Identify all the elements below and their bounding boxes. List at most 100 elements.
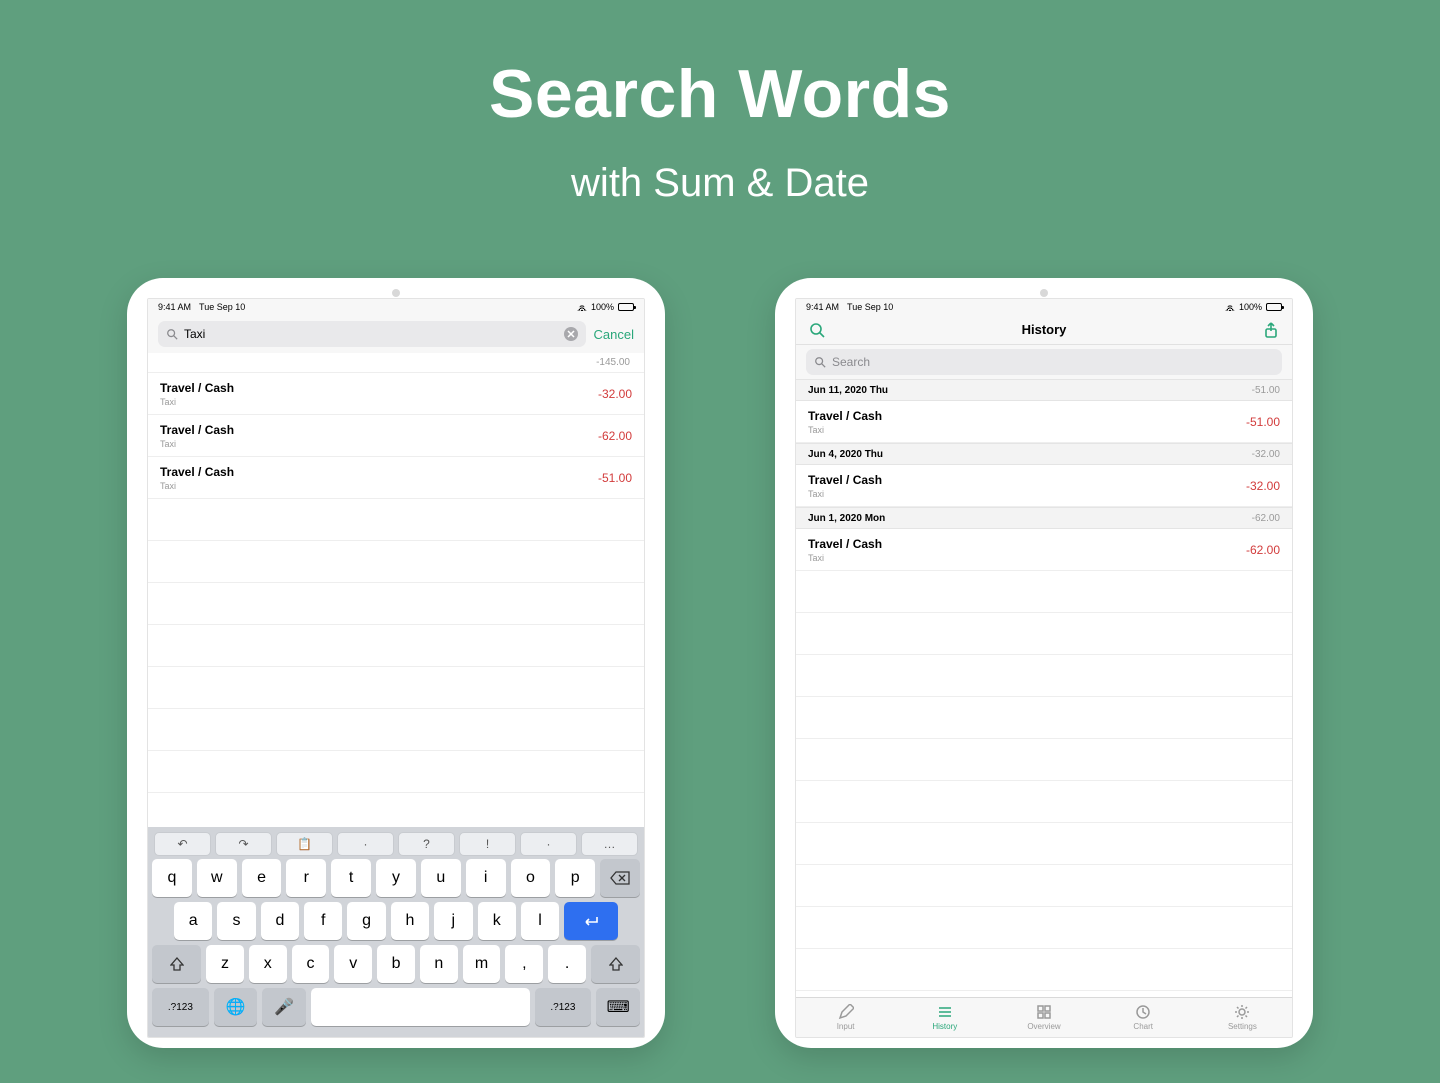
key-v[interactable]: v — [334, 945, 372, 983]
kb-undo[interactable]: ↶ — [154, 832, 211, 856]
camera-dot — [1040, 289, 1048, 297]
page-title: History — [826, 322, 1262, 337]
nav-search-button[interactable] — [808, 321, 826, 339]
key-c[interactable]: c — [292, 945, 330, 983]
key-p[interactable]: p — [555, 859, 595, 897]
wifi-icon — [577, 303, 587, 311]
date-sum: -62.00 — [1252, 513, 1280, 524]
key-k[interactable]: k — [478, 902, 516, 940]
key-comma[interactable]: , — [505, 945, 543, 983]
key-period[interactable]: . — [548, 945, 586, 983]
entry-title: Travel / Cash — [808, 473, 882, 487]
kb-clipboard[interactable]: 📋 — [276, 832, 333, 856]
list-item[interactable]: Travel / Cash Taxi -51.00 — [148, 457, 644, 499]
key-a[interactable]: a — [174, 902, 212, 940]
key-shift-right[interactable] — [591, 945, 640, 983]
search-sum-row: -145.00 — [148, 353, 644, 373]
empty-row — [796, 571, 1292, 613]
list-item[interactable]: Travel / Cash Taxi -62.00 — [796, 529, 1292, 571]
key-dismiss[interactable]: ⌨ — [596, 988, 640, 1026]
entry-amount: -32.00 — [1246, 479, 1280, 493]
key-j[interactable]: j — [434, 902, 472, 940]
kb-redo[interactable]: ↷ — [215, 832, 272, 856]
key-backspace[interactable] — [600, 859, 640, 897]
list-item[interactable]: Travel / Cash Taxi -32.00 — [148, 373, 644, 415]
search-input[interactable]: Search — [806, 349, 1282, 375]
key-b[interactable]: b — [377, 945, 415, 983]
empty-row — [796, 949, 1292, 991]
result-list[interactable]: Travel / Cash Taxi -32.00 Travel / Cash … — [148, 373, 644, 827]
battery-pct: 100% — [1239, 302, 1262, 312]
key-g[interactable]: g — [347, 902, 385, 940]
key-numbers[interactable]: .?123 — [152, 988, 209, 1026]
key-w[interactable]: w — [197, 859, 237, 897]
keyboard-toolbar: ↶ ↷ 📋 · ? ! · … — [152, 831, 640, 859]
key-h[interactable]: h — [391, 902, 429, 940]
list-item[interactable]: Travel / Cash Taxi -62.00 — [148, 415, 644, 457]
entry-title: Travel / Cash — [808, 409, 882, 423]
tab-bar: Input History Overview Chart Settings — [796, 997, 1292, 1037]
nav-share-button[interactable] — [1262, 321, 1280, 339]
ipad-right: 9:41 AM Tue Sep 10 100% History — [775, 278, 1313, 1048]
shift-icon — [609, 957, 623, 971]
status-bar: 9:41 AM Tue Sep 10 100% — [148, 299, 644, 315]
key-return[interactable] — [564, 902, 618, 940]
date-label: Jun 1, 2020 Mon — [808, 513, 885, 524]
clear-search-button[interactable] — [564, 327, 578, 341]
key-s[interactable]: s — [217, 902, 255, 940]
key-z[interactable]: z — [206, 945, 244, 983]
key-x[interactable]: x — [249, 945, 287, 983]
entry-sub: Taxi — [160, 481, 234, 491]
key-o[interactable]: o — [511, 859, 551, 897]
onscreen-keyboard[interactable]: ↶ ↷ 📋 · ? ! · … q w e r t y u i — [148, 827, 644, 1037]
tab-chart[interactable]: Chart — [1094, 998, 1193, 1037]
key-i[interactable]: i — [466, 859, 506, 897]
key-t[interactable]: t — [331, 859, 371, 897]
kb-ellipsis[interactable]: … — [581, 832, 638, 856]
tab-input[interactable]: Input — [796, 998, 895, 1037]
key-u[interactable]: u — [421, 859, 461, 897]
status-bar: 9:41 AM Tue Sep 10 100% — [796, 299, 1292, 315]
kb-question[interactable]: ? — [398, 832, 455, 856]
entry-title: Travel / Cash — [160, 465, 234, 479]
return-icon — [582, 915, 600, 927]
tab-label: Input — [837, 1022, 855, 1031]
key-y[interactable]: y — [376, 859, 416, 897]
kb-exclaim[interactable]: ! — [459, 832, 516, 856]
search-input[interactable]: Taxi — [158, 321, 586, 347]
key-n[interactable]: n — [420, 945, 458, 983]
key-r[interactable]: r — [286, 859, 326, 897]
history-list[interactable]: Jun 11, 2020 Thu -51.00 Travel / Cash Ta… — [796, 379, 1292, 997]
key-d[interactable]: d — [261, 902, 299, 940]
key-e[interactable]: e — [242, 859, 282, 897]
tab-overview[interactable]: Overview — [994, 998, 1093, 1037]
empty-row — [796, 655, 1292, 697]
date-label: Jun 4, 2020 Thu — [808, 449, 883, 460]
entry-sub: Taxi — [160, 397, 234, 407]
empty-row — [148, 541, 644, 583]
key-mic[interactable]: 🎤 — [262, 988, 306, 1026]
empty-row — [796, 907, 1292, 949]
list-item[interactable]: Travel / Cash Taxi -32.00 — [796, 465, 1292, 507]
list-item[interactable]: Travel / Cash Taxi -51.00 — [796, 401, 1292, 443]
key-globe[interactable]: 🌐 — [214, 988, 258, 1026]
kb-row-3: z x c v b n m , . — [152, 945, 640, 983]
key-f[interactable]: f — [304, 902, 342, 940]
key-space[interactable] — [311, 988, 529, 1026]
kb-dot[interactable]: · — [337, 832, 394, 856]
key-q[interactable]: q — [152, 859, 192, 897]
screen-right: 9:41 AM Tue Sep 10 100% History — [795, 298, 1293, 1038]
status-time: 9:41 AM — [158, 302, 191, 312]
key-shift[interactable] — [152, 945, 201, 983]
cancel-button[interactable]: Cancel — [594, 327, 634, 342]
tab-history[interactable]: History — [895, 998, 994, 1037]
empty-row — [148, 583, 644, 625]
entry-amount: -51.00 — [1246, 415, 1280, 429]
entry-amount: -62.00 — [598, 429, 632, 443]
key-numbers-right[interactable]: .?123 — [535, 988, 592, 1026]
kb-dot2[interactable]: · — [520, 832, 577, 856]
tab-settings[interactable]: Settings — [1193, 998, 1292, 1037]
key-l[interactable]: l — [521, 902, 559, 940]
ipad-left: 9:41 AM Tue Sep 10 100% Taxi Cance — [127, 278, 665, 1048]
key-m[interactable]: m — [463, 945, 501, 983]
